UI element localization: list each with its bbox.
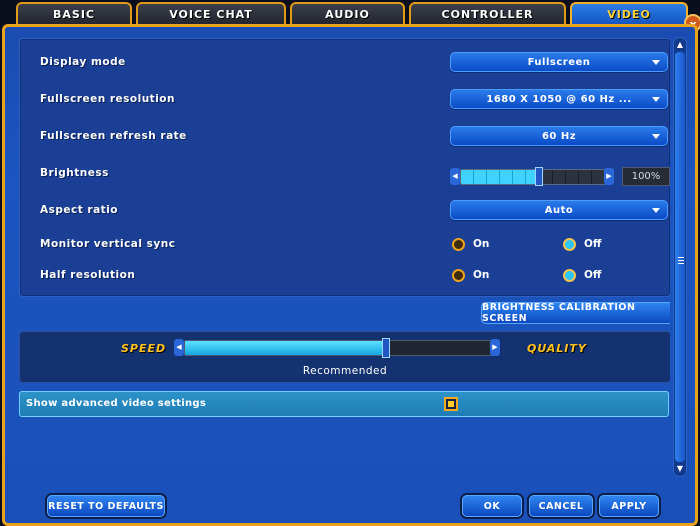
speed-quality-panel: SPEED ◀ ▶ QUALITY Recommended: [19, 331, 670, 383]
aspect-ratio-dropdown[interactable]: Auto: [450, 200, 668, 220]
quality-decrease-icon[interactable]: ◀: [174, 339, 184, 356]
half-resolution-label: Half resolution: [40, 269, 136, 281]
tab-basic[interactable]: BASIC: [16, 2, 132, 24]
quality-fill: [185, 341, 387, 355]
apply-button[interactable]: APPLY: [599, 495, 659, 517]
vsync-on-label: On: [473, 238, 490, 250]
tab-controller[interactable]: CONTROLLER: [409, 2, 566, 24]
display-mode-dropdown[interactable]: Fullscreen: [450, 52, 668, 72]
aspect-ratio-label: Aspect ratio: [40, 204, 119, 216]
brightness-calibration-button[interactable]: BRIGHTNESS CALIBRATION SCREEN: [481, 302, 670, 324]
grip-icon: [678, 257, 684, 265]
fullscreen-refresh-rate-dropdown[interactable]: 60 Hz: [450, 126, 668, 146]
brightness-empty: [540, 170, 605, 184]
fullscreen-resolution-dropdown[interactable]: 1680 X 1050 @ 60 Hz ...: [450, 89, 668, 109]
scroll-up-icon[interactable]: ▲: [675, 39, 685, 51]
quality-increase-icon[interactable]: ▶: [490, 339, 500, 356]
display-mode-value: Fullscreen: [527, 56, 591, 68]
half-resolution-off-radio[interactable]: [563, 269, 576, 282]
fullscreen-resolution-value: 1680 X 1050 @ 60 Hz ...: [486, 93, 632, 105]
quality-preset-text: Recommended: [302, 365, 388, 377]
quality-slider[interactable]: ◀ ▶: [174, 338, 500, 358]
quality-handle[interactable]: [382, 338, 390, 358]
reset-to-defaults-button[interactable]: RESET TO DEFAULTS: [47, 495, 165, 517]
display-mode-label: Display mode: [40, 56, 126, 68]
vsync-off-radio[interactable]: [563, 238, 576, 251]
ok-button[interactable]: OK: [462, 495, 522, 517]
scroll-down-icon[interactable]: ▼: [675, 463, 685, 475]
advanced-settings-label: Show advanced video settings: [26, 398, 207, 409]
vsync-off-label: Off: [584, 238, 602, 250]
half-resolution-on-radio[interactable]: [452, 269, 465, 282]
chevron-down-icon: [652, 60, 660, 65]
advanced-settings-checkbox[interactable]: [444, 397, 458, 411]
settings-content: Display mode Fullscreen Fullscreen resol…: [10, 35, 670, 479]
half-resolution-on-label: On: [473, 269, 490, 281]
tab-audio[interactable]: AUDIO: [290, 2, 405, 24]
fullscreen-refresh-rate-label: Fullscreen refresh rate: [40, 130, 187, 142]
video-settings-window: Display mode Fullscreen Fullscreen resol…: [2, 24, 698, 526]
brightness-increase-icon[interactable]: ▶: [604, 168, 614, 185]
aspect-ratio-value: Auto: [544, 204, 574, 216]
brightness-track[interactable]: [460, 169, 606, 185]
half-resolution-off-label: Off: [584, 269, 602, 281]
quality-label: QUALITY: [527, 342, 587, 355]
tab-video[interactable]: VIDEO: [570, 2, 688, 24]
chevron-down-icon: [652, 97, 660, 102]
scrollbar[interactable]: ▲ ▼: [673, 37, 687, 477]
brightness-fill: [461, 170, 540, 184]
chevron-down-icon: [652, 208, 660, 213]
quality-track[interactable]: [184, 340, 492, 356]
cancel-button[interactable]: CANCEL: [529, 495, 593, 517]
tab-bar: BASIC VOICE CHAT AUDIO CONTROLLER VIDEO: [0, 0, 700, 26]
tab-voice-chat[interactable]: VOICE CHAT: [136, 2, 286, 24]
brightness-handle[interactable]: [535, 167, 543, 186]
scrollbar-thumb[interactable]: [675, 52, 685, 462]
video-options-panel: Display mode Fullscreen Fullscreen resol…: [19, 38, 670, 297]
fullscreen-resolution-label: Fullscreen resolution: [40, 93, 175, 105]
brightness-value: 100%: [622, 167, 670, 186]
fullscreen-refresh-rate-value: 60 Hz: [541, 130, 577, 142]
chevron-down-icon: [652, 134, 660, 139]
vsync-on-radio[interactable]: [452, 238, 465, 251]
brightness-label: Brightness: [40, 167, 109, 179]
monitor-vertical-sync-label: Monitor vertical sync: [40, 238, 176, 250]
speed-label: SPEED: [121, 342, 167, 355]
brightness-slider[interactable]: ◀ ▶: [450, 167, 614, 186]
advanced-settings-row[interactable]: Show advanced video settings: [19, 391, 669, 417]
brightness-decrease-icon[interactable]: ◀: [450, 168, 460, 185]
